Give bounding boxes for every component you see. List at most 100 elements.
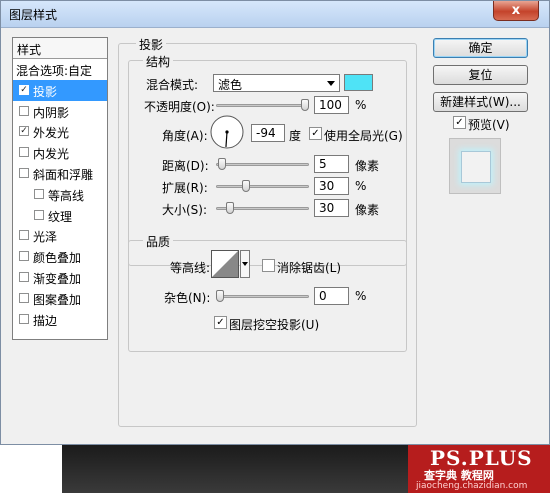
- knockout-label: 图层挖空投影(U): [229, 318, 320, 332]
- reset-button[interactable]: 复位: [433, 65, 528, 85]
- style-item-checkbox[interactable]: [19, 168, 29, 178]
- opacity-value: 100: [319, 98, 342, 112]
- chevron-down-icon: [327, 81, 335, 86]
- opacity-unit: %: [355, 98, 367, 112]
- style-item-label: 描边: [33, 313, 58, 328]
- distance-label: 距离(D):: [162, 159, 209, 173]
- style-item-checkbox[interactable]: [19, 272, 29, 282]
- noise-slider[interactable]: [216, 290, 309, 302]
- style-item[interactable]: 光泽: [13, 225, 107, 246]
- title-bar[interactable]: 图层样式 x: [1, 1, 549, 28]
- angle-dial[interactable]: [209, 114, 245, 150]
- style-item[interactable]: 混合选项:自定: [13, 59, 107, 80]
- style-item-checkbox[interactable]: [19, 230, 29, 241]
- styles-list-header: 样式: [13, 38, 107, 59]
- style-item[interactable]: 纹理: [13, 205, 107, 226]
- noise-slider-thumb[interactable]: [216, 290, 224, 302]
- style-item[interactable]: 斜面和浮雕: [13, 163, 107, 184]
- quality-title: 品质: [143, 233, 174, 250]
- spread-value: 30: [319, 179, 335, 193]
- style-item[interactable]: 颜色叠加: [13, 246, 107, 267]
- style-item-checkbox[interactable]: ✓: [19, 126, 29, 137]
- layer-style-dialog: 图层样式 x 样式 混合选项:自定 ✓ 投影内阴影 ✓ 外发光内发光 斜面和浮雕等高线纹理…: [0, 0, 550, 445]
- ok-button[interactable]: 确定: [433, 38, 528, 58]
- watermark: PS.PLUS 查字典 教程网 jiaocheng.chazidian.com: [408, 445, 550, 493]
- new-style-button[interactable]: 新建样式(W)...: [433, 92, 528, 112]
- distance-value: 5: [319, 157, 327, 171]
- contour-dropdown-button[interactable]: [240, 250, 250, 278]
- style-item-label: 内发光: [33, 147, 70, 162]
- blend-mode-select[interactable]: 滤色: [213, 74, 340, 92]
- style-item[interactable]: ✓ 投影: [13, 79, 107, 101]
- style-item-label: 渐变叠加: [33, 272, 82, 286]
- knockout-checkbox[interactable]: ✓: [214, 316, 227, 329]
- opacity-slider[interactable]: [216, 99, 309, 111]
- preview-label: 预览(V): [468, 118, 510, 132]
- drop-shadow-title: 投影: [136, 36, 167, 53]
- style-item[interactable]: 描边: [13, 309, 107, 330]
- size-slider[interactable]: [216, 202, 309, 214]
- global-light-checkbox[interactable]: ✓: [309, 127, 322, 140]
- style-item-checkbox[interactable]: [34, 188, 44, 199]
- noise-input[interactable]: 0: [314, 287, 349, 305]
- angle-unit: 度: [289, 129, 302, 143]
- preview-checkbox[interactable]: ✓: [453, 116, 466, 129]
- preview-swatch: [461, 151, 491, 183]
- style-item-label: 混合选项:自定: [16, 64, 93, 78]
- spread-input[interactable]: 30: [314, 177, 349, 195]
- styles-header-label: 样式: [17, 43, 42, 57]
- spread-slider[interactable]: [216, 180, 309, 192]
- shadow-color-swatch[interactable]: [344, 74, 373, 91]
- global-light-label: 使用全局光(G): [324, 129, 403, 143]
- style-item-label: 光泽: [33, 230, 58, 245]
- size-label: 大小(S):: [162, 203, 208, 217]
- contour-label: 等高线:: [170, 261, 211, 275]
- style-item-checkbox[interactable]: [19, 147, 29, 158]
- style-item-checkbox[interactable]: [19, 313, 29, 324]
- spread-unit: %: [355, 179, 367, 193]
- spread-label: 扩展(R):: [162, 181, 208, 195]
- opacity-slider-thumb[interactable]: [301, 99, 309, 111]
- style-item[interactable]: 图案叠加: [13, 288, 107, 309]
- noise-unit: %: [355, 289, 367, 303]
- style-item-checkbox[interactable]: [19, 251, 29, 262]
- distance-slider[interactable]: [216, 158, 309, 170]
- size-slider-thumb[interactable]: [226, 202, 235, 214]
- window-title: 图层样式: [9, 8, 58, 22]
- style-item-checkbox[interactable]: [19, 292, 29, 303]
- contour-picker[interactable]: [211, 250, 251, 278]
- styles-list: 样式 混合选项:自定 ✓ 投影内阴影 ✓ 外发光内发光 斜面和浮雕等高线纹理光泽颜色叠加渐…: [12, 37, 108, 340]
- style-item-label: 外发光: [33, 126, 70, 141]
- close-button[interactable]: x: [493, 1, 539, 21]
- style-item-checkbox[interactable]: ✓: [19, 84, 29, 95]
- style-item[interactable]: 内阴影: [13, 101, 107, 122]
- blend-mode-label: 混合模式:: [146, 78, 199, 92]
- style-item-checkbox[interactable]: [34, 209, 44, 220]
- distance-input[interactable]: 5: [314, 155, 349, 173]
- noise-label: 杂色(N):: [164, 291, 211, 305]
- angle-input[interactable]: -94: [251, 124, 285, 142]
- close-icon: x: [511, 3, 521, 18]
- style-item[interactable]: 内发光: [13, 142, 107, 163]
- style-item-label: 颜色叠加: [33, 251, 82, 266]
- distance-slider-thumb[interactable]: [217, 158, 226, 170]
- antialias-label: 消除锯齿(L): [277, 261, 342, 275]
- size-input[interactable]: 30: [314, 199, 349, 217]
- spread-slider-thumb[interactable]: [241, 180, 250, 192]
- opacity-input[interactable]: 100: [314, 96, 349, 114]
- angle-label: 角度(A):: [162, 129, 208, 143]
- noise-value: 0: [319, 289, 327, 303]
- style-item-label: 等高线: [48, 188, 85, 203]
- size-unit: 像素: [355, 203, 380, 217]
- style-item-checkbox[interactable]: [19, 105, 29, 116]
- antialias-checkbox[interactable]: [262, 259, 275, 272]
- style-item[interactable]: 渐变叠加: [13, 267, 107, 288]
- style-item-label: 投影: [33, 84, 58, 99]
- style-item-label: 纹理: [48, 209, 73, 224]
- distance-unit: 像素: [355, 159, 380, 173]
- contour-icon: [211, 250, 239, 278]
- style-item-label: 图案叠加: [33, 292, 82, 307]
- style-item[interactable]: 等高线: [13, 184, 107, 205]
- style-item[interactable]: ✓ 外发光: [13, 121, 107, 142]
- opacity-label: 不透明度(O):: [144, 100, 215, 114]
